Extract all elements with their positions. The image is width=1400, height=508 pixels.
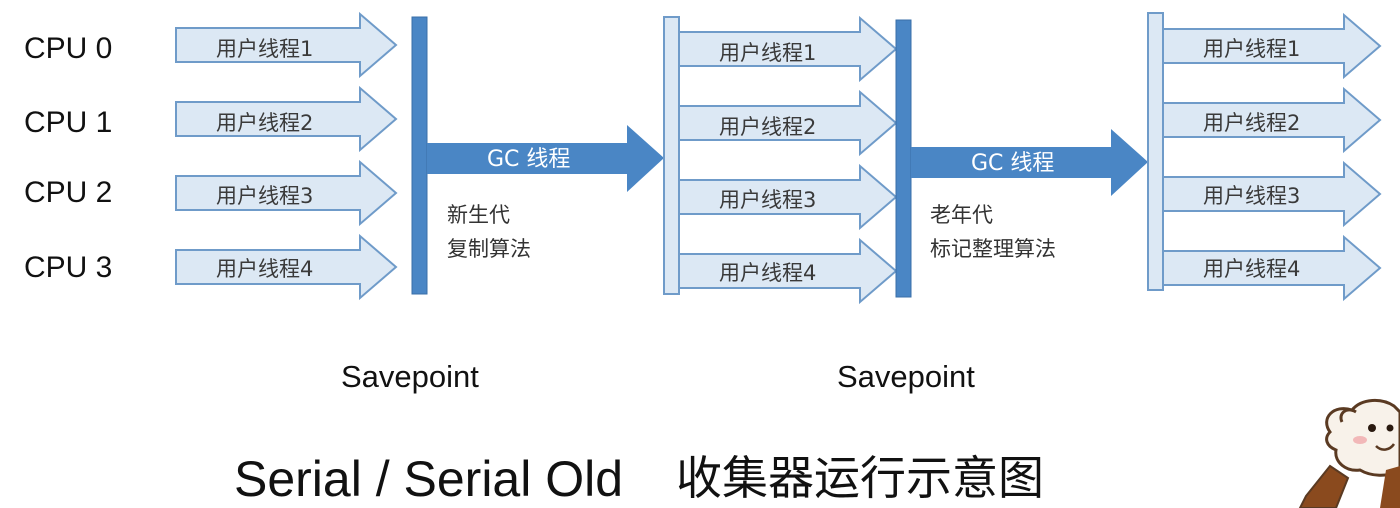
stage1-thread-arrow-2: 用户线程2 [175,85,398,153]
stage3-thread-arrow-3: 用户线程3 [1162,160,1382,228]
gc-note-2-line-2: 标记整理算法 [930,237,1056,261]
stage3-thread-label-1: 用户线程1 [1203,37,1300,61]
stage3-thread-label-2: 用户线程2 [1203,111,1300,135]
gc-thread-arrow-2: GC 线程 [911,129,1148,196]
resume-barrier-1 [663,16,680,295]
gc-note-1-line-1: 新生代 [447,203,510,227]
stage2-thread-arrow-1: 用户线程1 [678,15,898,83]
stage1-thread-arrow-4: 用户线程4 [175,233,398,301]
stage1-thread-label-2: 用户线程2 [216,111,313,135]
savepoint-label-2: Savepoint [837,359,975,394]
cpu-label-1: CPU 1 [24,106,112,139]
resume-barrier-2 [1147,12,1164,291]
caption-cjk: 收集器运行示意图 [676,451,1044,505]
savepoint-barrier-2 [895,19,912,298]
cpu-label-0: CPU 0 [24,32,112,65]
serial-gc-diagram: CPU 0 CPU 1 CPU 2 CPU 3 用户线程1 用户线程2 用户线程… [24,11,1400,508]
stage1-thread-label-4: 用户线程4 [216,257,313,281]
stage1-thread-label-1: 用户线程1 [216,37,313,61]
stage2-thread-arrow-2: 用户线程2 [678,89,898,157]
gc-thread-label-2: GC 线程 [971,151,1054,176]
stage2-thread-arrow-3: 用户线程3 [678,163,898,231]
stage3-threads: 用户线程1 用户线程2 用户线程3 用户线程4 [1162,12,1382,302]
stage2-thread-label-4: 用户线程4 [719,261,816,285]
gc-note-1-line-2: 复制算法 [447,237,531,261]
savepoint-label-1: Savepoint [341,359,479,394]
stage2-thread-arrow-4: 用户线程4 [678,237,898,305]
gc-thread-label-1: GC 线程 [487,147,570,172]
stage1-thread-label-3: 用户线程3 [216,184,313,208]
dog-mascot-icon [1298,399,1400,508]
cpu-label-2: CPU 2 [24,176,112,209]
stage2-threads: 用户线程1 用户线程2 用户线程3 用户线程4 [678,15,898,305]
cpu-label-3: CPU 3 [24,251,112,284]
stage2-thread-label-3: 用户线程3 [719,188,816,212]
stage1-threads: 用户线程1 用户线程2 用户线程3 用户线程4 [175,11,398,301]
caption-latin: Serial / Serial Old [234,451,623,507]
savepoint-barrier-1 [411,16,428,295]
stage3-thread-arrow-1: 用户线程1 [1162,12,1382,80]
stage3-thread-arrow-4: 用户线程4 [1162,234,1382,302]
gc-thread-arrow-1: GC 线程 [427,125,664,192]
stage3-thread-label-3: 用户线程3 [1203,184,1300,208]
stage3-thread-arrow-2: 用户线程2 [1162,86,1382,154]
stage2-thread-label-2: 用户线程2 [719,115,816,139]
stage3-thread-label-4: 用户线程4 [1203,257,1300,281]
gc-note-2-line-1: 老年代 [930,203,993,227]
stage2-thread-label-1: 用户线程1 [719,41,816,65]
stage1-thread-arrow-1: 用户线程1 [175,11,398,79]
stage1-thread-arrow-3: 用户线程3 [175,159,398,227]
diagram-caption: Serial / Serial Old 收集器运行示意图 [234,451,1044,507]
